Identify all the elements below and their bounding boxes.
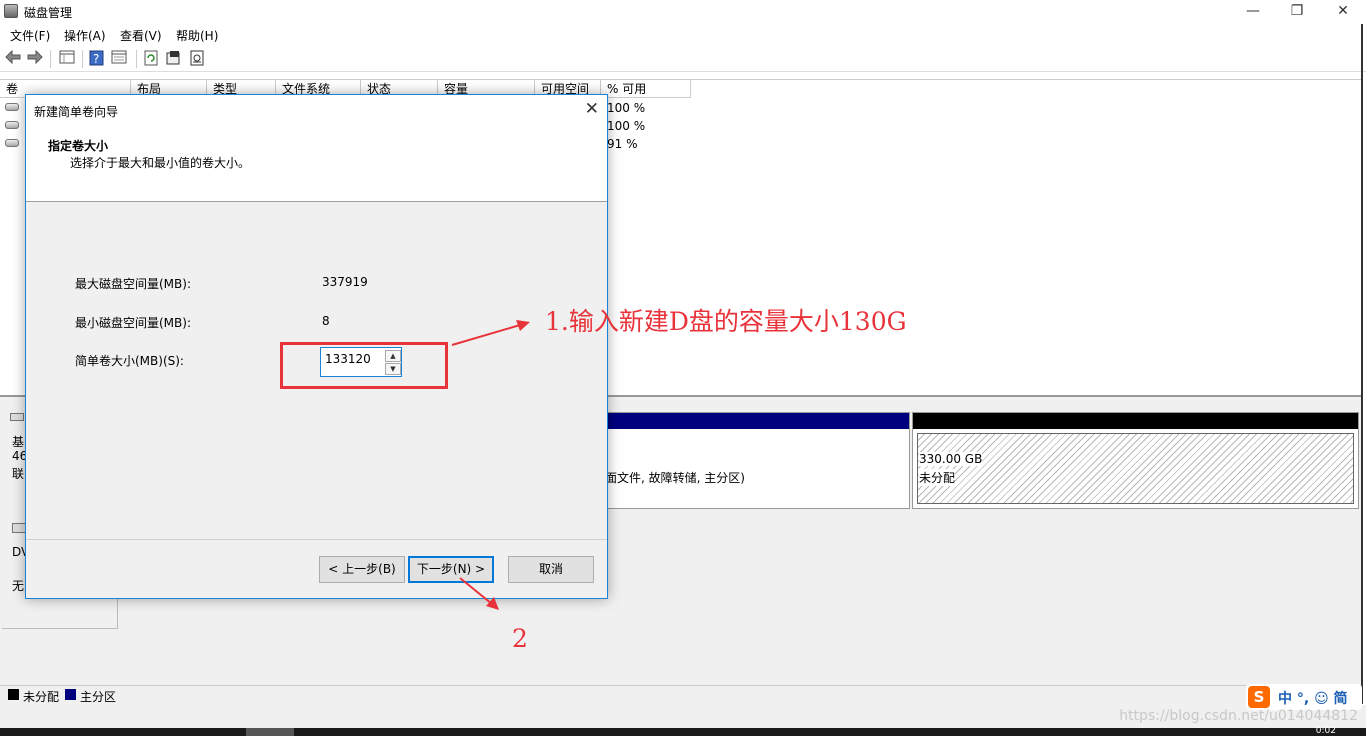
dialog-title: 新建简单卷向导	[34, 105, 119, 119]
properties-icon[interactable]	[110, 50, 128, 68]
partition-description: 面文件, 故障转储, 主分区)	[605, 471, 745, 485]
annotation-step1-text: 1.输入新建D盘的容量大小130G	[545, 307, 907, 336]
taskbar-clock: 0:02	[1315, 726, 1336, 736]
minimize-button[interactable]: —	[1230, 0, 1276, 24]
window-right-border	[1361, 24, 1363, 704]
dialog-titlebar: 新建简单卷向导 ✕	[26, 95, 607, 125]
settings-icon[interactable]	[164, 50, 182, 68]
toolbar-separator	[50, 50, 51, 68]
close-button[interactable]: ✕	[1320, 0, 1366, 24]
back-arrow-icon[interactable]	[4, 49, 22, 68]
volume-icon	[5, 139, 19, 147]
ime-status-text: 中 °, ☺ 简	[1278, 691, 1348, 707]
partition-header-primary	[601, 413, 909, 429]
menu-file[interactable]: 文件(F)	[10, 27, 50, 44]
window-title: 磁盘管理	[24, 6, 73, 20]
unallocated-hatch	[917, 433, 1354, 504]
percent-free-cell: 91 %	[607, 137, 638, 151]
menu-help[interactable]: 帮助(H)	[176, 27, 218, 44]
watermark: https://blog.csdn.net/u014044812	[1119, 708, 1358, 724]
volume-size-label: 简单卷大小(MB)(S):	[75, 354, 184, 368]
taskbar-active-item[interactable]	[246, 728, 294, 736]
unallocated-size: 330.00 GB	[919, 452, 983, 466]
svg-text:?: ?	[93, 52, 99, 66]
toolbar-separator	[136, 50, 137, 68]
sogou-logo-icon: S	[1248, 686, 1270, 708]
menu-view[interactable]: 查看(V)	[120, 27, 162, 44]
volume-icon	[5, 121, 19, 129]
disk0-type-text: 基	[12, 435, 25, 449]
dialog-heading: 指定卷大小	[48, 139, 109, 153]
taskbar: 0:02	[0, 726, 1366, 736]
ime-toolbar[interactable]: S 中 °, ☺ 简	[1246, 684, 1362, 710]
disk-list-icon[interactable]	[58, 50, 76, 68]
dialog-subheading: 选择介于最大和最小值的卷大小。	[70, 156, 251, 170]
min-space-label: 最小磁盘空间量(MB):	[75, 316, 191, 330]
legend-unallocated-label: 未分配	[23, 690, 60, 704]
cancel-button[interactable]: 取消	[508, 556, 594, 583]
dvd-icon	[12, 523, 26, 533]
unallocated-label: 未分配	[919, 469, 956, 486]
window-titlebar: 磁盘管理 — ❐ ✕	[0, 0, 1366, 24]
disk0-status-text: 联	[12, 467, 25, 481]
toolbar: ?	[0, 46, 1366, 72]
disk-icon	[10, 413, 24, 421]
dialog-close-icon[interactable]: ✕	[585, 99, 599, 119]
volume-icon	[5, 103, 19, 111]
legend: 未分配 主分区	[0, 685, 1361, 705]
disk1-status-text: 无	[12, 579, 25, 593]
annotation-step2-text: 2	[512, 624, 528, 653]
legend-primary-label: 主分区	[80, 690, 117, 704]
dialog-header: 指定卷大小 选择介于最大和最小值的卷大小。	[26, 125, 607, 202]
menu-bar: 文件(F) 操作(A) 查看(V) 帮助(H)	[0, 24, 1366, 46]
percent-free-cell: 100 %	[607, 119, 646, 133]
rescan-icon[interactable]	[188, 50, 206, 68]
partition-header-unallocated	[913, 413, 1358, 429]
percent-free-cell: 100 %	[607, 101, 646, 115]
max-space-label: 最大磁盘空间量(MB):	[75, 277, 191, 291]
help-icon[interactable]: ?	[88, 50, 106, 68]
menu-action[interactable]: 操作(A)	[64, 27, 106, 44]
refresh-icon[interactable]	[142, 50, 160, 68]
next-button[interactable]: 下一步(N) >	[408, 556, 494, 583]
max-space-value: 337919	[322, 275, 368, 289]
annotation-highlight-box	[280, 342, 448, 389]
forward-arrow-icon[interactable]	[26, 49, 44, 68]
primary-partition[interactable]: 面文件, 故障转储, 主分区)	[600, 412, 910, 509]
legend-swatch-unallocated	[8, 689, 19, 700]
unallocated-partition[interactable]: 330.00 GB 未分配	[912, 412, 1359, 509]
maximize-button[interactable]: ❐	[1274, 0, 1320, 24]
toolbar-separator	[82, 50, 83, 68]
dialog-separator	[26, 539, 607, 540]
legend-swatch-primary	[65, 689, 76, 700]
min-space-value: 8	[322, 314, 330, 328]
back-button[interactable]: < 上一步(B)	[319, 556, 405, 583]
disk-management-app-icon	[4, 4, 18, 18]
column-header-percent-free[interactable]: % 可用	[601, 80, 691, 98]
